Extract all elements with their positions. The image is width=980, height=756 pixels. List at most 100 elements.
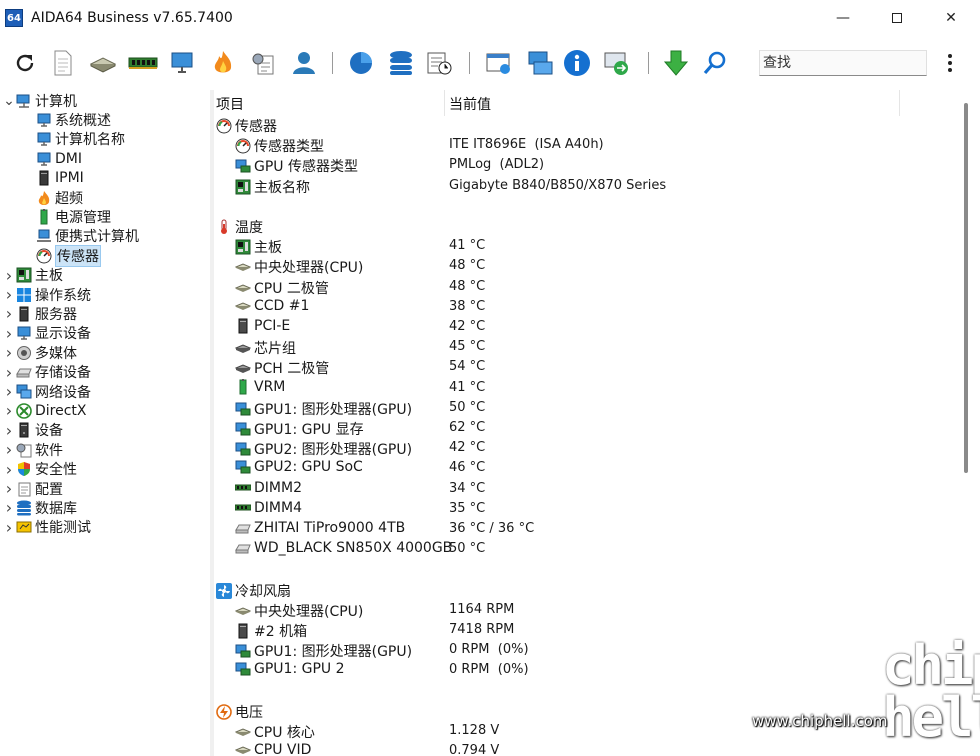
minimize-icon: —: [836, 10, 850, 26]
sensor-row[interactable]: GPU2: 图形处理器(GPU) 42 °C: [214, 438, 954, 458]
tree-item-1[interactable]: 系统概述: [22, 110, 111, 129]
column-divider[interactable]: [444, 90, 445, 116]
tree-item-8[interactable]: 传感器: [22, 244, 101, 267]
tree-item-16[interactable]: › DirectX: [2, 401, 87, 420]
tree-item-12[interactable]: › 显示设备: [2, 324, 91, 343]
remote-button[interactable]: [602, 48, 632, 78]
tree-item-14[interactable]: › 存储设备: [2, 363, 91, 382]
tree-item-18[interactable]: › 软件: [2, 440, 63, 459]
refresh-button[interactable]: [10, 48, 40, 78]
sensor-row[interactable]: GPU1: 图形处理器(GPU) 50 °C: [214, 398, 954, 418]
sensor-row[interactable]: WD_BLACK SN850X 4000GB 50 °C: [214, 539, 954, 559]
sensor-row[interactable]: 芯片组 45 °C: [214, 337, 954, 357]
dot-icon: [948, 54, 952, 58]
network-button[interactable]: [524, 48, 554, 78]
sensor-row[interactable]: CPU 二极管 48 °C: [214, 277, 954, 297]
sensor-row[interactable]: 主板名称 Gigabyte B840/B850/X870 Series: [214, 176, 954, 196]
tree-item-2[interactable]: 计算机名称: [22, 130, 125, 149]
tree-item-0[interactable]: ⌄ 计算机: [2, 91, 77, 110]
chevron-right-icon[interactable]: ›: [2, 304, 16, 323]
tree-item-9[interactable]: › 主板: [2, 266, 63, 285]
tree-item-17[interactable]: › 设备: [2, 421, 63, 440]
chevron-right-icon[interactable]: ›: [2, 343, 16, 362]
gauge-icon: [235, 138, 251, 154]
tree-item-10[interactable]: › 操作系统: [2, 285, 91, 304]
sensor-row[interactable]: PCH 二极管 54 °C: [214, 357, 954, 377]
search-input[interactable]: [759, 50, 927, 76]
report-button[interactable]: [48, 48, 78, 78]
drive-icon: [235, 520, 251, 536]
fan-icon: [216, 582, 232, 599]
update-button[interactable]: [661, 48, 691, 78]
chevron-right-icon[interactable]: ›: [2, 421, 16, 440]
group-row[interactable]: 温度: [214, 216, 954, 236]
software-button[interactable]: [248, 48, 278, 78]
chevron-right-icon[interactable]: ›: [2, 518, 16, 537]
tree-item-22[interactable]: › 性能测试: [2, 518, 91, 537]
sensor-row[interactable]: ZHITAI TiPro9000 4TB 36 °C / 36 °C: [214, 519, 954, 539]
benchmark-button[interactable]: [346, 48, 376, 78]
group-row[interactable]: 传感器: [214, 115, 954, 135]
chevron-right-icon[interactable]: ›: [2, 285, 16, 304]
tree-item-3[interactable]: DMI: [22, 149, 82, 168]
more-menu-button[interactable]: [942, 52, 958, 74]
sensor-row[interactable]: PCI-E 42 °C: [214, 317, 954, 337]
row-name: CCD #1: [235, 298, 309, 314]
sensor-row[interactable]: DIMM2 34 °C: [214, 479, 954, 499]
tree-item-4[interactable]: IPMI: [22, 169, 84, 188]
chevron-down-icon[interactable]: ⌄: [2, 94, 16, 108]
tree-item-13[interactable]: › 多媒体: [2, 343, 77, 362]
gpu-icon: [235, 643, 251, 659]
monitor-icon: [36, 112, 52, 128]
sensor-row[interactable]: 传感器类型 ITE IT8696E (ISA A40h): [214, 135, 954, 155]
sensor-row[interactable]: GPU 传感器类型 PMLog (ADL2): [214, 155, 954, 175]
sensor-row[interactable]: 中央处理器(CPU) 1164 RPM: [214, 600, 954, 620]
search-tool-button[interactable]: [700, 48, 730, 78]
about-button[interactable]: [562, 48, 592, 78]
group-row[interactable]: 冷却风扇: [214, 580, 954, 600]
sensor-row[interactable]: GPU2: GPU SoC 46 °C: [214, 458, 954, 478]
sensor-row[interactable]: CCD #1 38 °C: [214, 297, 954, 317]
tree-item-11[interactable]: › 服务器: [2, 304, 77, 323]
sensor-row[interactable]: VRM 41 °C: [214, 378, 954, 398]
cpu-button[interactable]: [88, 48, 118, 78]
minimize-button[interactable]: —: [820, 0, 866, 36]
sensor-row[interactable]: DIMM4 35 °C: [214, 499, 954, 519]
tree-item-5[interactable]: 超频: [22, 188, 83, 207]
database-button[interactable]: [386, 48, 416, 78]
scheduler-button[interactable]: [424, 48, 454, 78]
sensor-row[interactable]: 主板 41 °C: [214, 236, 954, 256]
column-header-item[interactable]: 项目: [216, 94, 244, 114]
chevron-right-icon[interactable]: ›: [2, 324, 16, 343]
tree-item-6[interactable]: 电源管理: [22, 207, 111, 226]
item-value: 41 °C: [449, 238, 486, 254]
chevron-right-icon[interactable]: ›: [2, 363, 16, 382]
chevron-right-icon[interactable]: ›: [2, 382, 16, 401]
column-header-value[interactable]: 当前值: [449, 94, 491, 114]
overclock-button[interactable]: [208, 48, 238, 78]
user-button[interactable]: [288, 48, 318, 78]
chevron-right-icon[interactable]: ›: [2, 440, 16, 459]
tree-item-19[interactable]: › 安全性: [2, 460, 77, 479]
memory-button[interactable]: [128, 48, 158, 78]
tree-item-15[interactable]: › 网络设备: [2, 382, 91, 401]
chevron-right-icon[interactable]: ›: [2, 401, 16, 420]
display-button[interactable]: [168, 48, 198, 78]
toolbar-separator: [469, 52, 470, 74]
close-button[interactable]: ✕: [928, 0, 974, 36]
chevron-right-icon[interactable]: ›: [2, 479, 16, 498]
chevron-right-icon[interactable]: ›: [2, 460, 16, 479]
item-label: CPU VID: [254, 742, 312, 756]
maximize-button[interactable]: [874, 0, 920, 36]
tree-item-21[interactable]: › 数据库: [2, 498, 77, 517]
chevron-right-icon[interactable]: ›: [2, 498, 16, 517]
web-report-button[interactable]: [484, 48, 514, 78]
tree-item-20[interactable]: › 配置: [2, 479, 63, 498]
tree-item-7[interactable]: 便携式计算机: [22, 227, 139, 246]
column-divider[interactable]: [899, 90, 900, 116]
chevron-right-icon[interactable]: ›: [2, 266, 16, 285]
sensor-row[interactable]: GPU1: GPU 显存 62 °C: [214, 418, 954, 438]
vertical-scrollbar[interactable]: [964, 103, 968, 473]
sensor-row[interactable]: 中央处理器(CPU) 48 °C: [214, 256, 954, 276]
download-arrow-icon: [663, 50, 689, 76]
